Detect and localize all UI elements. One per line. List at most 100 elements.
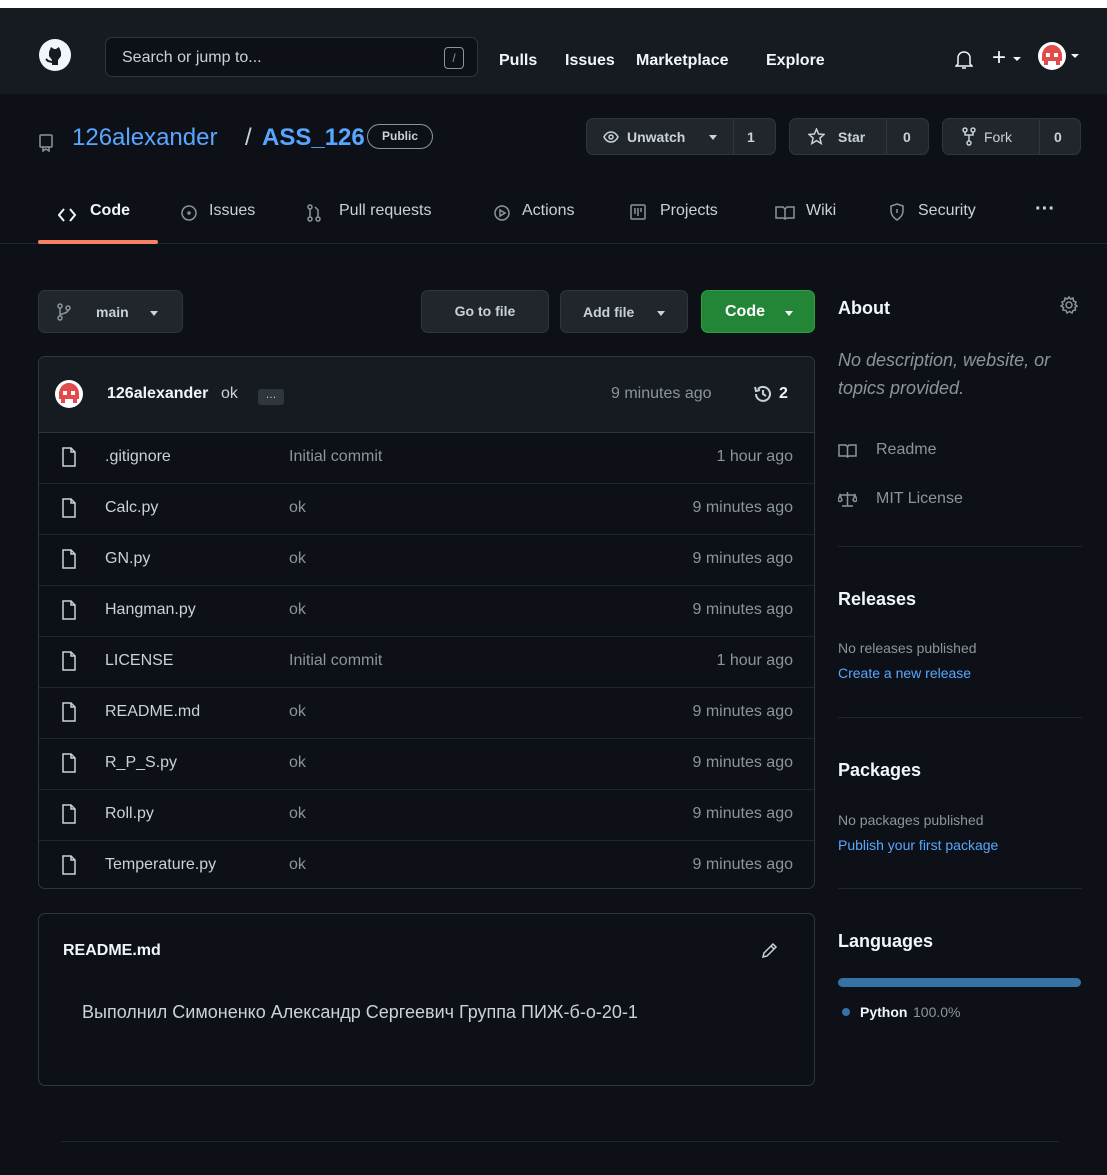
about-readme-link[interactable]: Readme [876, 441, 936, 459]
repo-icon [39, 134, 53, 152]
commit-time[interactable]: 9 minutes ago [611, 385, 712, 403]
file-rows: .gitignore Initial commit 1 hour ago Calc.p… [39, 433, 814, 888]
edit-pencil-icon[interactable] [761, 942, 778, 959]
tab-issues[interactable]: Issues [209, 202, 255, 220]
file-row[interactable]: R_P_S.py ok 9 minutes ago [39, 739, 814, 790]
watch-count[interactable]: 1 [747, 129, 755, 145]
file-row[interactable]: Roll.py ok 9 minutes ago [39, 790, 814, 841]
repo-name-link[interactable]: ASS_126 [262, 124, 365, 152]
create-new-plus-icon[interactable]: + [992, 44, 1006, 72]
avatar-chevron-down-icon[interactable] [1070, 53, 1080, 59]
commit-author[interactable]: 126alexander [107, 385, 208, 403]
nav-explore[interactable]: Explore [766, 52, 825, 70]
file-row[interactable]: README.md ok 9 minutes ago [39, 688, 814, 739]
gear-icon[interactable] [1060, 296, 1078, 314]
create-new-chevron-down-icon[interactable] [1012, 56, 1022, 62]
readme-title[interactable]: README.md [63, 942, 161, 960]
file-row[interactable]: Hangman.py ok 9 minutes ago [39, 586, 814, 637]
commit-ellipsis-button[interactable]: … [258, 389, 284, 405]
more-tabs-icon[interactable]: ··· [1035, 198, 1055, 221]
file-commit-message[interactable]: ok [289, 499, 306, 517]
file-commit-message[interactable]: Initial commit [289, 652, 382, 670]
tab-actions[interactable]: Actions [522, 202, 574, 220]
nav-issues[interactable]: Issues [565, 52, 615, 70]
language-name[interactable]: Python [860, 1004, 907, 1020]
repository-header [0, 94, 1107, 244]
file-name-link[interactable]: Calc.py [105, 499, 158, 517]
search-input[interactable] [122, 47, 422, 69]
fork-divider [1039, 119, 1040, 154]
tab-projects[interactable]: Projects [660, 202, 718, 220]
file-row[interactable]: LICENSE Initial commit 1 hour ago [39, 637, 814, 688]
file-name-link[interactable]: .gitignore [105, 448, 171, 466]
file-commit-time: 9 minutes ago [692, 856, 793, 873]
fork-label: Fork [984, 129, 1012, 145]
code-chevron-down-icon [785, 311, 793, 316]
sidebar-divider-3 [838, 888, 1082, 889]
file-commit-message[interactable]: ok [289, 703, 306, 721]
file-name-link[interactable]: README.md [105, 703, 200, 721]
branch-select-button[interactable]: main [38, 290, 183, 333]
nav-pulls[interactable]: Pulls [499, 52, 537, 70]
add-file-button[interactable]: Add file [560, 290, 688, 333]
file-name-link[interactable]: Hangman.py [105, 601, 196, 619]
user-avatar[interactable] [1037, 41, 1067, 71]
about-license-link[interactable]: MIT License [876, 490, 963, 508]
file-name-link[interactable]: R_P_S.py [105, 754, 177, 772]
file-row[interactable]: Calc.py ok 9 minutes ago [39, 484, 814, 535]
fork-button[interactable]: Fork 0 [942, 118, 1081, 155]
create-release-link[interactable]: Create a new release [838, 665, 971, 681]
star-divider [886, 119, 887, 154]
top-edge-strip [0, 0, 1107, 8]
repo-owner-link[interactable]: 126alexander [72, 124, 217, 152]
unwatch-divider [733, 119, 734, 154]
sidebar-divider-1 [838, 546, 1082, 547]
fork-count[interactable]: 0 [1054, 129, 1062, 145]
commit-message[interactable]: ok [221, 385, 238, 403]
tab-wiki[interactable]: Wiki [806, 202, 836, 220]
star-count[interactable]: 0 [903, 129, 911, 145]
file-commit-message[interactable]: ok [289, 805, 306, 823]
github-logo-icon[interactable] [38, 38, 72, 72]
notifications-bell-icon[interactable] [955, 50, 973, 70]
file-commit-time: 1 hour ago [716, 652, 793, 669]
file-icon [62, 753, 76, 773]
tab-pull-requests[interactable]: Pull requests [339, 202, 432, 220]
file-icon [62, 549, 76, 569]
releases-title[interactable]: Releases [838, 589, 916, 610]
star-button[interactable]: Star 0 [789, 118, 929, 155]
actions-play-icon [494, 205, 510, 221]
file-commit-message[interactable]: Initial commit [289, 448, 382, 466]
issues-icon [181, 205, 197, 221]
unwatch-button[interactable]: Unwatch 1 [586, 118, 776, 155]
file-commit-message[interactable]: ok [289, 601, 306, 619]
fork-icon [962, 127, 976, 146]
commit-author-avatar[interactable] [54, 379, 84, 409]
code-dropdown-button[interactable]: Code [701, 290, 815, 333]
latest-commit-row: 126alexander ok … 9 minutes ago 2 [39, 357, 814, 433]
file-row[interactable]: .gitignore Initial commit 1 hour ago [39, 433, 814, 484]
file-name-link[interactable]: Roll.py [105, 805, 154, 823]
nav-marketplace[interactable]: Marketplace [636, 52, 729, 70]
commit-count[interactable]: 2 [779, 385, 788, 403]
branch-name: main [96, 304, 129, 320]
file-commit-message[interactable]: ok [289, 754, 306, 772]
file-row[interactable]: Temperature.py ok 9 minutes ago [39, 841, 814, 888]
file-name-link[interactable]: Temperature.py [105, 856, 216, 874]
packages-title[interactable]: Packages [838, 760, 921, 781]
tab-code[interactable]: Code [90, 202, 130, 220]
go-to-file-button[interactable]: Go to file [421, 290, 549, 333]
file-name-link[interactable]: GN.py [105, 550, 150, 568]
file-commit-message[interactable]: ok [289, 550, 306, 568]
file-commit-message[interactable]: ok [289, 856, 306, 874]
history-icon[interactable] [754, 385, 772, 403]
releases-empty-text: No releases published [838, 640, 977, 656]
file-name-link[interactable]: LICENSE [105, 652, 173, 670]
license-scale-icon [838, 492, 857, 507]
search-box[interactable]: / [105, 37, 478, 77]
add-file-label: Add file [583, 304, 635, 320]
file-list-box: 126alexander ok … 9 minutes ago 2 .gitig… [38, 356, 815, 889]
tab-security[interactable]: Security [918, 202, 976, 220]
file-row[interactable]: GN.py ok 9 minutes ago [39, 535, 814, 586]
publish-package-link[interactable]: Publish your first package [838, 837, 998, 853]
